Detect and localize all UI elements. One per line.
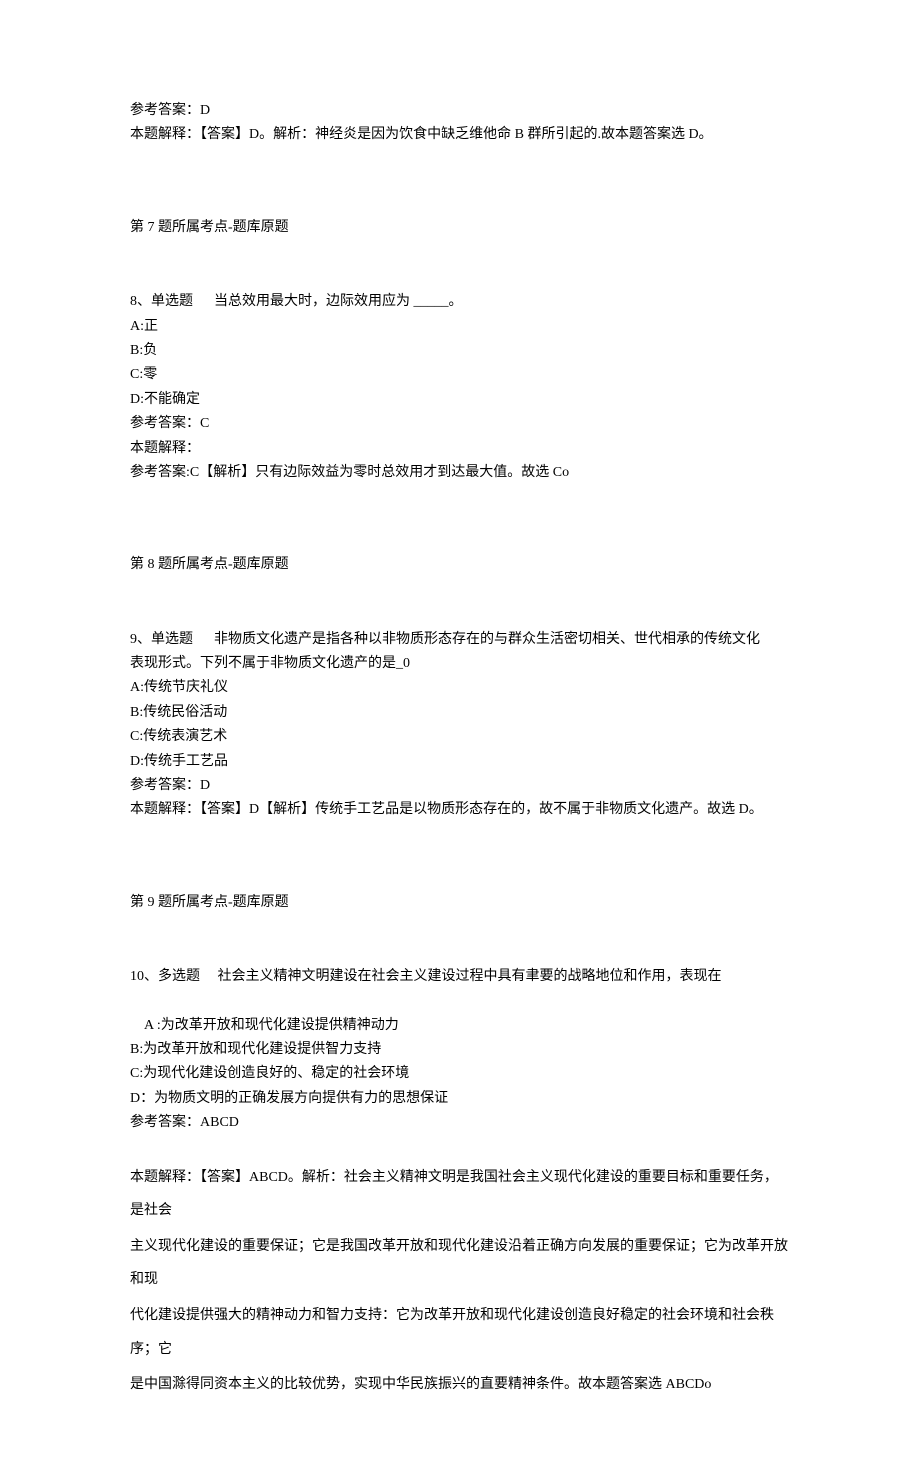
question-stem: 当总效用最大时，边际效用应为 _____。 <box>214 294 463 309</box>
explanation: 本题解释：【答案】D。解析：神经炎是因为饮食中缺乏维他命 B 群所引起的.故本题… <box>130 124 790 146</box>
question-stem: 社会主义精神文明建设在社会主义建设过程中具有聿要的战略地位和作用，表现在 <box>218 969 722 984</box>
option-b: B:为改革开放和现代化建设提供智力支持 <box>130 1039 790 1061</box>
option-d: D：为物质文明的正确发展方向提供有力的思想保证 <box>130 1088 790 1110</box>
option-a: A:正 <box>130 316 790 338</box>
question-7-topic: 第 7 题所属考点-题库原题 <box>130 217 790 239</box>
question-number: 10、多选题 <box>130 969 200 984</box>
question-7-continuation: 参考答案：D 本题解释：【答案】D。解析：神经炎是因为饮食中缺乏维他命 B 群所… <box>130 100 790 147</box>
question-8-topic: 第 8 题所属考点-题库原题 <box>130 554 790 576</box>
reference-answer: 参考答案：D <box>130 775 790 797</box>
option-a: A :为改革开放和现代化建设提供精神动力 <box>130 1015 790 1037</box>
explanation-p2: 主义现代化建设的重要保证；它是我国改革开放和现代化建设沿着正确方向发展的重要保证… <box>130 1230 790 1297</box>
option-a: A:传统节庆礼仪 <box>130 677 790 699</box>
option-b: B:负 <box>130 340 790 362</box>
explanation-p3: 代化建设提供强大的精神动力和智力支持：它为改革开放和现代化建设创造良好稳定的社会… <box>130 1299 790 1366</box>
option-d: D:不能确定 <box>130 389 790 411</box>
reference-answer: 参考答案：ABCD <box>130 1112 790 1134</box>
explanation-body: 参考答案:C【解析】只有边际效益为零时总效用才到达最大值。故选 Co <box>130 462 790 484</box>
option-d: D:传统手工艺品 <box>130 751 790 773</box>
question-8: 8、单选题 当总效用最大时，边际效用应为 _____。 A:正 B:负 C:零 … <box>130 291 790 484</box>
explanation-label: 本题解释： <box>130 438 790 460</box>
option-c: C:为现代化建设创造良好的、稳定的社会环境 <box>130 1063 790 1085</box>
question-number: 8、单选题 <box>130 294 193 309</box>
reference-answer: 参考答案：C <box>130 413 790 435</box>
question-9-topic: 第 9 题所属考点-题库原题 <box>130 892 790 914</box>
option-c: C:零 <box>130 364 790 386</box>
explanation-p1: 本题解释：【答案】ABCD。解析：社会主义精神文明是我国社会主义现代化建设的重要… <box>130 1161 790 1228</box>
option-c: C:传统表演艺术 <box>130 726 790 748</box>
reference-answer: 参考答案：D <box>130 100 790 122</box>
question-stem-line1: 非物质文化遗产是指各种以非物质形态存在的与群众生活密切相关、世代相承的传统文化 <box>214 632 760 647</box>
question-10: 10、多选题 社会主义精神文明建设在社会主义建设过程中具有聿要的战略地位和作用，… <box>130 966 790 1402</box>
question-number: 9、单选题 <box>130 632 193 647</box>
option-b: B:传统民俗活动 <box>130 702 790 724</box>
question-stem-line2: 表现形式。下列不属于非物质文化遗产的是_0 <box>130 653 790 675</box>
explanation: 本题解释：【答案】D【解析】传统手工艺品是以物质形态存在的，故不属于非物质文化遗… <box>130 799 790 821</box>
question-9: 9、单选题 非物质文化遗产是指各种以非物质形态存在的与群众生活密切相关、世代相承… <box>130 629 790 822</box>
explanation-p4: 是中国滁得同资本主义的比较优势，实现中华民族振兴的直要精神条件。故本题答案选 A… <box>130 1368 790 1402</box>
